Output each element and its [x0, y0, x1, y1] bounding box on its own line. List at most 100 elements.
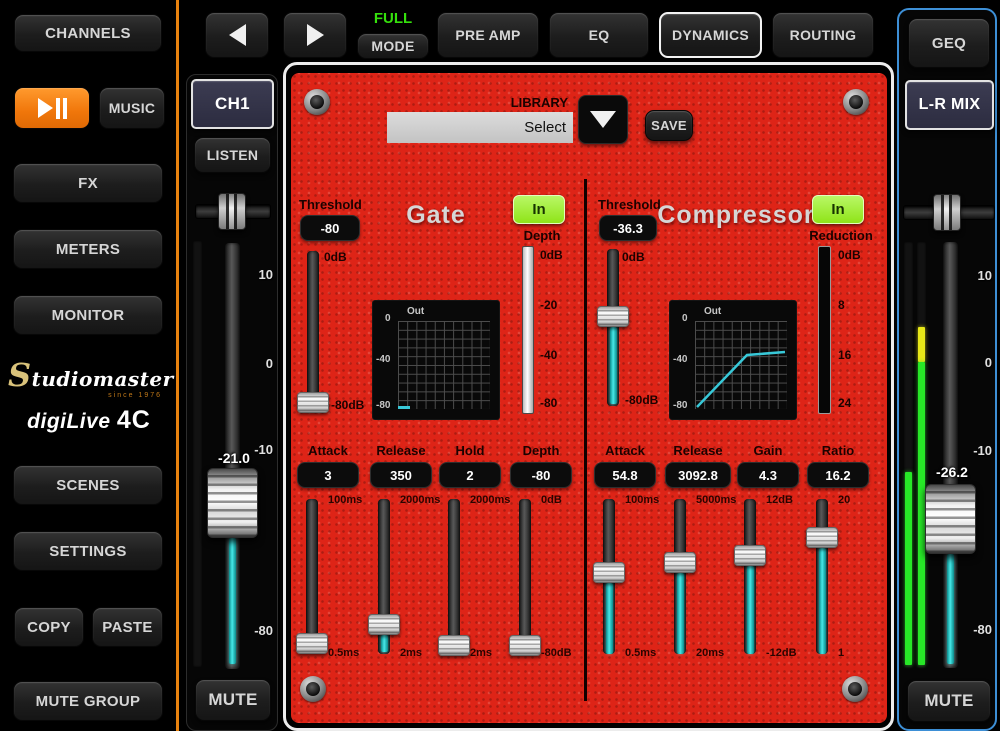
- gate-depth-slider-knob[interactable]: [509, 635, 541, 656]
- master-level-meter-right: [917, 242, 926, 668]
- comp-reduction-meter: [818, 246, 831, 414]
- gate-depth-slider-track[interactable]: [519, 499, 531, 654]
- gate-graph-out-label: Out: [407, 306, 424, 317]
- gate-release-slider-fill: [381, 635, 388, 652]
- comp-reduction-tick: 16: [838, 348, 851, 362]
- comp-gain-slider-fill: [747, 566, 754, 654]
- screw-icon: [842, 676, 868, 702]
- library-select[interactable]: Select: [387, 112, 573, 143]
- comp-reduction-tick: 0dB: [838, 248, 861, 262]
- gate-depth-meter-tick: 0dB: [540, 248, 563, 262]
- comp-gain-slider-knob[interactable]: [734, 545, 766, 566]
- geq-button[interactable]: GEQ: [908, 18, 990, 68]
- left-arrow-icon: [229, 24, 246, 46]
- gate-depth-max: 0dB: [541, 494, 562, 506]
- comp-release-slider-knob[interactable]: [664, 552, 696, 573]
- comp-attack-slider-knob[interactable]: [593, 562, 625, 583]
- gate-hold-max: 2000ms: [470, 494, 510, 506]
- comp-in-button[interactable]: In: [812, 195, 864, 224]
- music-button[interactable]: MUSIC: [99, 87, 165, 129]
- master-mute-button[interactable]: MUTE: [907, 680, 991, 722]
- gate-threshold-label: Threshold: [299, 197, 361, 212]
- gate-hold-slider-knob[interactable]: [438, 635, 470, 656]
- comp-gain-max: 12dB: [766, 494, 793, 506]
- gate-depth-min: -80dB: [541, 647, 572, 659]
- gate-threshold-slider-knob[interactable]: [297, 392, 329, 413]
- master-fader-knob[interactable]: [925, 484, 976, 554]
- gate-hold-value: 2: [439, 462, 501, 488]
- library-dropdown-button[interactable]: [578, 95, 628, 144]
- gate-release-slider-knob[interactable]: [368, 614, 400, 635]
- comp-ratio-slider-fill: [819, 548, 826, 654]
- save-button[interactable]: SAVE: [645, 110, 693, 141]
- monitor-button[interactable]: MONITOR: [13, 295, 163, 335]
- comp-release-label: Release: [665, 443, 731, 458]
- comp-graph-tick: -40: [673, 354, 687, 365]
- comp-threshold-scale-top: 0dB: [622, 250, 645, 264]
- comp-threshold-slider-fill: [610, 327, 617, 404]
- mode-button[interactable]: MODE: [357, 33, 429, 59]
- comp-graph-tick: -80: [673, 400, 687, 411]
- gate-threshold-slider-track[interactable]: [307, 251, 319, 409]
- comp-threshold-slider-knob[interactable]: [597, 306, 629, 327]
- pan-slider-knob[interactable]: [218, 193, 246, 230]
- gate-in-button[interactable]: In: [513, 195, 565, 224]
- comp-ratio-max: 20: [838, 494, 850, 506]
- sidebar-divider: [176, 0, 179, 731]
- tab-eq[interactable]: EQ: [549, 12, 649, 58]
- settings-button[interactable]: SETTINGS: [13, 531, 163, 571]
- comp-ratio-value: 16.2: [807, 462, 869, 488]
- channels-button[interactable]: CHANNELS: [14, 14, 162, 52]
- nav-prev-button[interactable]: [205, 12, 269, 58]
- fader-scale-tick: 10: [241, 267, 273, 282]
- comp-gain-label: Gain: [737, 443, 799, 458]
- master-select-button[interactable]: L-R MIX: [905, 80, 994, 130]
- gate-release-max: 2000ms: [400, 494, 440, 506]
- library-selected-value: Select: [524, 119, 566, 136]
- comp-ratio-slider-knob[interactable]: [806, 527, 838, 548]
- screw-icon: [304, 89, 330, 115]
- master-fader-value: -26.2: [926, 464, 978, 480]
- master-pan-slider-knob[interactable]: [933, 194, 961, 231]
- comp-ratio-label: Ratio: [807, 443, 869, 458]
- fx-button[interactable]: FX: [13, 163, 163, 203]
- master-fader-scale-tick: 10: [960, 268, 992, 283]
- tab-pre-amp[interactable]: PRE AMP: [437, 12, 539, 58]
- gate-attack-slider-track[interactable]: [306, 499, 318, 654]
- gate-hold-slider-track[interactable]: [448, 499, 460, 654]
- meters-button[interactable]: METERS: [13, 229, 163, 269]
- fader-knob[interactable]: [207, 468, 258, 538]
- master-fader-scale-tick: -80: [960, 622, 992, 637]
- gate-attack-value: 3: [297, 462, 359, 488]
- comp-transfer-graph: Out 0 -40 -80: [670, 301, 796, 419]
- gate-depth-meter-label: Depth: [516, 228, 568, 243]
- fader-scale-tick: 0: [241, 356, 273, 371]
- tab-dynamics[interactable]: DYNAMICS: [659, 12, 762, 58]
- comp-attack-value: 54.8: [594, 462, 656, 488]
- play-pause-button[interactable]: [14, 87, 90, 129]
- gate-depth-meter: [522, 246, 534, 414]
- play-pause-icon: [38, 98, 67, 119]
- mute-group-button[interactable]: MUTE GROUP: [13, 681, 163, 721]
- channel-strip-ch1: CH1 LISTEN 10 0 -10 -80 -21.0 MUTE: [186, 74, 278, 731]
- gate-depth-label: Depth: [510, 443, 572, 458]
- gate-attack-slider-knob[interactable]: [296, 633, 328, 654]
- comp-threshold-scale-bottom: -80dB: [625, 393, 658, 407]
- comp-reduction-tick: 8: [838, 298, 845, 312]
- gate-release-value: 350: [370, 462, 432, 488]
- paste-button[interactable]: PASTE: [92, 607, 163, 647]
- nav-next-button[interactable]: [283, 12, 347, 58]
- gate-transfer-graph: Out 0 -40 -80: [373, 301, 499, 419]
- channel-select-button[interactable]: CH1: [191, 79, 274, 129]
- gate-graph-curve: [398, 406, 410, 409]
- listen-button[interactable]: LISTEN: [194, 137, 271, 173]
- mute-button[interactable]: MUTE: [195, 679, 271, 721]
- comp-graph-curve: [695, 321, 787, 409]
- fader-fill: [229, 538, 236, 664]
- gate-threshold-scale-top: 0dB: [324, 250, 347, 264]
- meter-fill-yellow: [918, 327, 925, 362]
- comp-graph-tick: 0: [682, 313, 688, 324]
- copy-button[interactable]: COPY: [14, 607, 84, 647]
- tab-routing[interactable]: ROUTING: [772, 12, 874, 58]
- scenes-button[interactable]: SCENES: [13, 465, 163, 505]
